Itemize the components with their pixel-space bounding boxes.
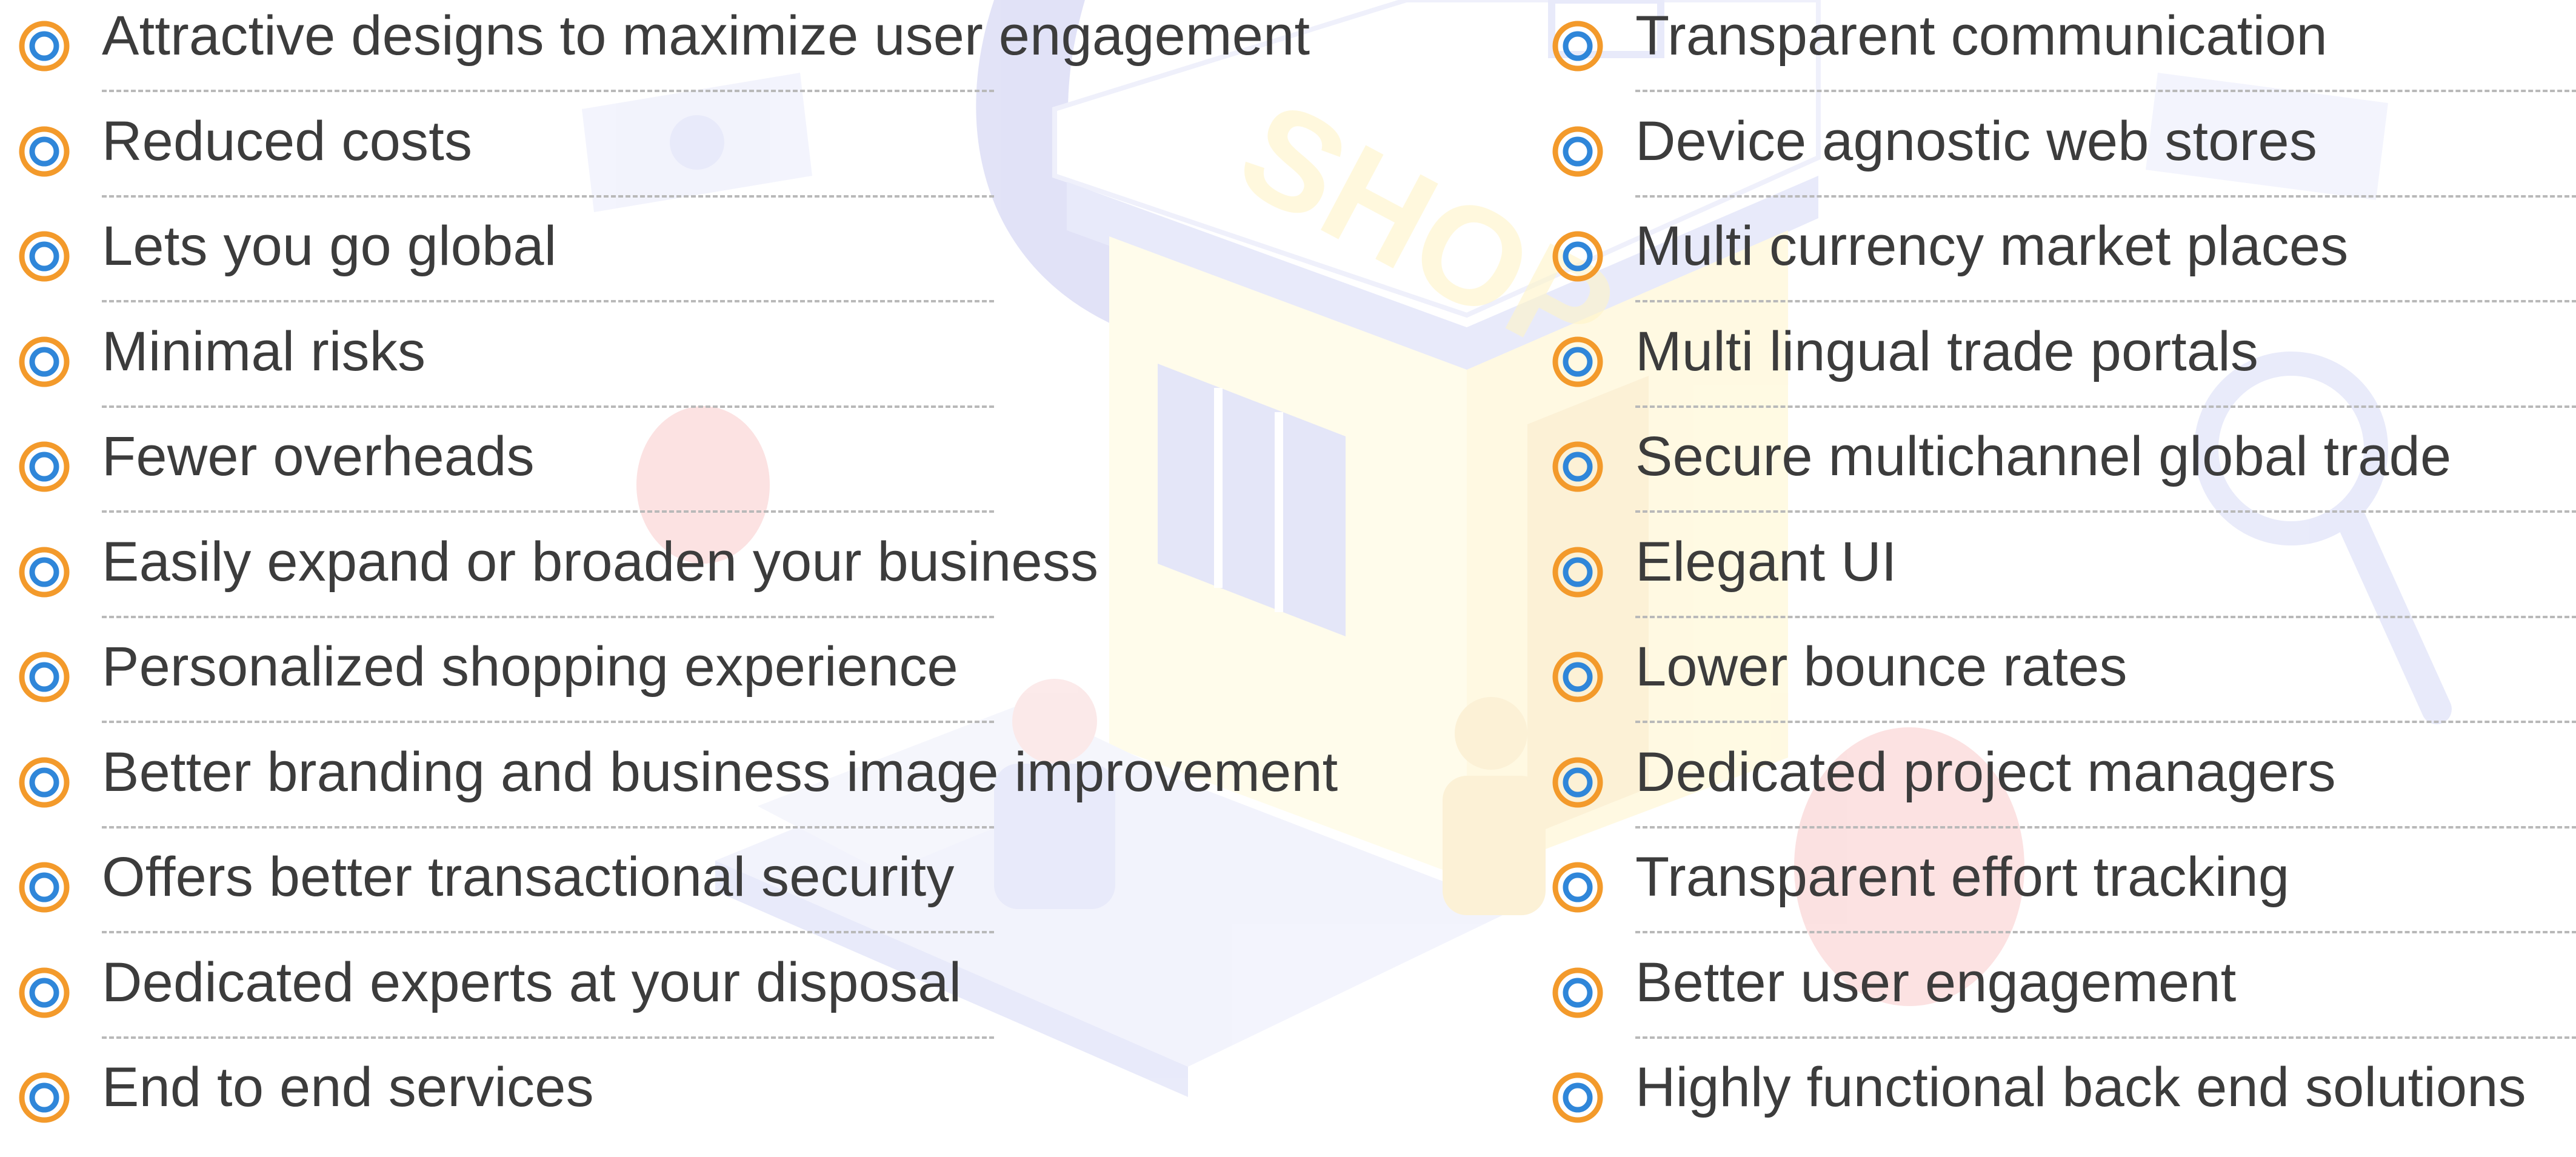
list-item-label: Highly functional back end solutions [1635, 1056, 2526, 1118]
list-item-label: Elegant UI [1635, 530, 1897, 593]
bullet-ring-icon [1552, 126, 1603, 176]
dashed-divider [102, 615, 994, 618]
list-item-label: Attractive designs to maximize user enga… [102, 5, 1310, 67]
list-item: Better user engagement [1533, 947, 2576, 1052]
bullet-ring-icon [19, 336, 70, 387]
bullet-ring-icon [1552, 547, 1603, 597]
list-item: Device agnostic web stores [1533, 105, 2576, 211]
list-item: Offers better transactional security [0, 841, 1394, 947]
bullet-ring-icon [1552, 967, 1603, 1018]
list-item: Elegant UI [1533, 526, 2576, 632]
list-item: Lower bounce rates [1533, 631, 2576, 736]
bullet-ring-icon [1552, 441, 1603, 492]
bullet-ring-icon [1552, 862, 1603, 913]
list-item: Minimal risks [0, 316, 1394, 421]
bullet-ring-icon [19, 1072, 70, 1123]
dashed-divider [102, 510, 994, 513]
list-item: Attractive designs to maximize user enga… [0, 0, 1394, 105]
dashed-divider [102, 195, 994, 198]
dashed-divider [1635, 825, 2576, 829]
bullet-ring-icon [19, 231, 70, 282]
bullet-ring-icon [19, 652, 70, 702]
dashed-divider [1635, 931, 2576, 933]
list-item: Lets you go global [0, 210, 1394, 316]
dashed-divider [102, 300, 994, 302]
list-item: Secure multichannel global trade [1533, 421, 2576, 526]
bullet-ring-icon [19, 967, 70, 1018]
list-item-label: Secure multichannel global trade [1635, 425, 2452, 487]
bullet-ring-icon [1552, 652, 1603, 702]
bullet-ring-icon [19, 757, 70, 807]
list-item-label: Multi currency market places [1635, 215, 2349, 277]
list-item-label: Lets you go global [102, 215, 557, 277]
list-item: Reduced costs [0, 105, 1394, 211]
list-item-label: Better branding and business image impro… [102, 741, 1338, 803]
dashed-divider [1635, 405, 2576, 408]
dashed-divider [1635, 721, 2576, 723]
bullet-ring-icon [19, 21, 70, 72]
list-item: Transparent communication [1533, 0, 2576, 105]
list-item: Dedicated project managers [1533, 736, 2576, 842]
list-item-label: Dedicated project managers [1635, 741, 2336, 803]
list-item: Multi currency market places [1533, 210, 2576, 316]
list-item-label: Dedicated experts at your disposal [102, 951, 962, 1013]
dashed-divider [1635, 615, 2576, 618]
list-item: Personalized shopping experience [0, 631, 1394, 736]
list-item-label: Fewer overheads [102, 425, 535, 487]
dashed-divider [1635, 1036, 2576, 1039]
list-item-label: Transparent effort tracking [1635, 846, 2290, 908]
bullet-ring-icon [1552, 757, 1603, 807]
list-item: Transparent effort tracking [1533, 841, 2576, 947]
list-item-label: Reduced costs [102, 110, 473, 172]
dashed-divider [1635, 510, 2576, 513]
bullet-ring-icon [1552, 336, 1603, 387]
list-item: Dedicated experts at your disposal [0, 947, 1394, 1052]
dashed-divider [1635, 90, 2576, 92]
list-item-label: Transparent communication [1635, 5, 2327, 67]
dashed-divider [102, 405, 994, 408]
bullet-ring-icon [19, 126, 70, 176]
list-item: Easily expand or broaden your business [0, 526, 1394, 632]
list-item: Better branding and business image impro… [0, 736, 1394, 842]
list-item-label: End to end services [102, 1056, 594, 1118]
list-item: Highly functional back end solutions [1533, 1052, 2576, 1157]
bullet-ring-icon [19, 547, 70, 597]
bullet-ring-icon [1552, 1072, 1603, 1123]
dashed-divider [102, 721, 994, 723]
bullet-ring-icon [19, 441, 70, 492]
list-item-label: Offers better transactional security [102, 846, 955, 908]
dashed-divider [1635, 300, 2576, 302]
bullet-ring-icon [19, 862, 70, 913]
dashed-divider [102, 825, 994, 829]
list-item-label: Personalized shopping experience [102, 636, 958, 698]
dashed-divider [102, 90, 994, 92]
list-item-label: Lower bounce rates [1635, 636, 2127, 698]
bullet-ring-icon [1552, 21, 1603, 72]
list-item: End to end services [0, 1052, 1394, 1157]
list-item-label: Better user engagement [1635, 951, 2237, 1013]
list-item-label: Minimal risks [102, 320, 426, 382]
dashed-divider [102, 1036, 994, 1039]
list-item-label: Easily expand or broaden your business [102, 530, 1099, 593]
list-item-label: Device agnostic web stores [1635, 110, 2318, 172]
dashed-divider [102, 931, 994, 933]
bullet-ring-icon [1552, 231, 1603, 282]
list-item-label: Multi lingual trade portals [1635, 320, 2259, 382]
list-item: Fewer overheads [0, 421, 1394, 526]
dashed-divider [1635, 195, 2576, 198]
list-item: Multi lingual trade portals [1533, 316, 2576, 421]
